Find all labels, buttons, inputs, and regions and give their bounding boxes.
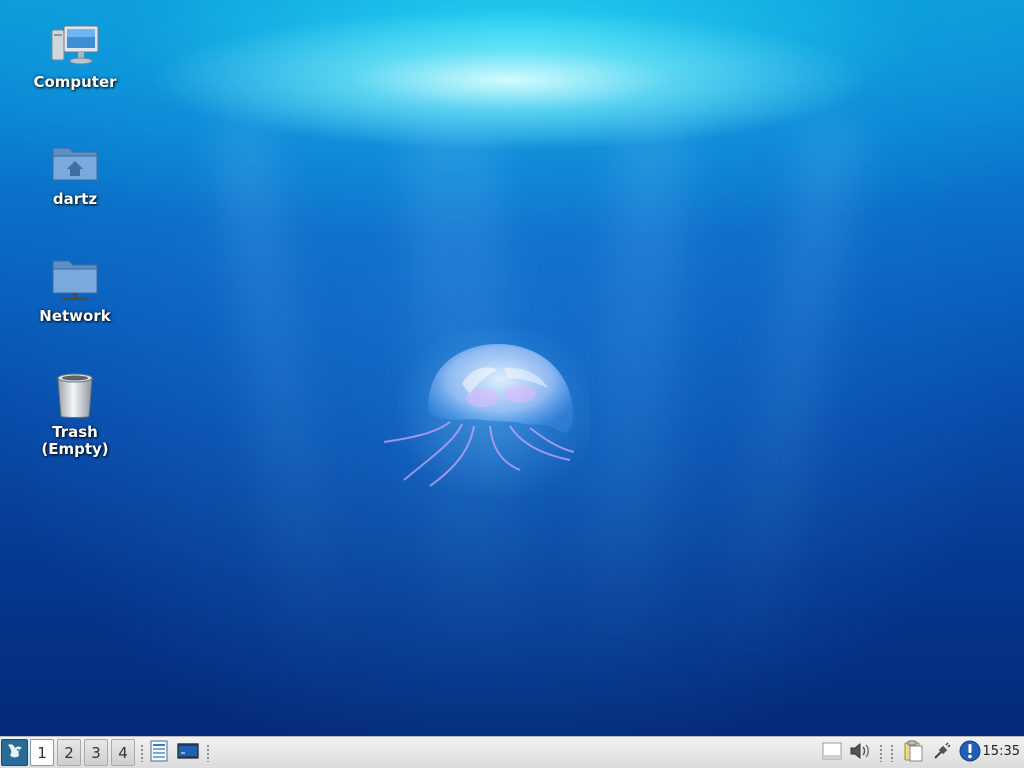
terminal-icon <box>177 742 199 763</box>
workspace-button-3[interactable]: 3 <box>84 739 108 766</box>
home-folder-icon <box>49 137 101 189</box>
file-manager-launcher[interactable] <box>148 739 170 766</box>
workspace-label: 3 <box>91 743 101 762</box>
desktop-icon-trash[interactable]: Trash (Empty) <box>20 370 130 458</box>
panel-separator <box>207 744 209 762</box>
workspace-button-4[interactable]: 4 <box>111 739 135 766</box>
volume-button[interactable] <box>848 739 872 766</box>
update-notifier-button[interactable] <box>958 739 982 766</box>
jellyfish-image <box>383 330 590 500</box>
light-ray <box>580 118 690 682</box>
file-manager-icon <box>150 740 168 766</box>
workspace-label: 2 <box>64 743 74 762</box>
clipboard-icon <box>902 740 924 766</box>
desktop-icon-home[interactable]: dartz <box>20 137 130 208</box>
network-plug-icon <box>932 741 952 765</box>
xfce-mouse-icon <box>5 741 25 765</box>
network-button[interactable] <box>930 739 954 766</box>
trash-icon <box>49 370 101 422</box>
panel-separator <box>880 744 882 762</box>
update-notifier-icon <box>959 740 981 766</box>
network-folder-icon <box>49 254 101 306</box>
desktop-icon-label: Trash (Empty) <box>41 423 109 458</box>
workspace-label: 4 <box>118 743 128 762</box>
desktop-icon-computer[interactable]: Computer <box>20 20 130 91</box>
desktop[interactable]: Computer dartz Network Trash (Empty) <box>0 0 1024 736</box>
blank-window-icon <box>822 742 842 764</box>
panel-separator <box>141 744 143 762</box>
bottom-panel: 1 2 3 4 15:35 <box>0 736 1024 768</box>
light-ray <box>211 118 349 682</box>
clipboard-button[interactable] <box>900 739 926 766</box>
panel-handle[interactable] <box>888 739 896 766</box>
volume-icon <box>849 741 871 765</box>
window-button[interactable] <box>820 739 844 766</box>
workspace-label: 1 <box>37 743 47 762</box>
workspace-button-2[interactable]: 2 <box>57 739 81 766</box>
applications-menu-button[interactable] <box>1 739 28 766</box>
light-ray <box>716 118 864 682</box>
desktop-icon-network[interactable]: Network <box>20 254 130 325</box>
computer-icon <box>49 20 101 72</box>
clock[interactable]: 15:35 <box>983 744 1020 759</box>
terminal-launcher[interactable] <box>174 739 202 766</box>
workspace-button-1[interactable]: 1 <box>30 739 54 766</box>
panel-handle-dots <box>891 743 893 762</box>
desktop-icon-label: Network <box>39 307 111 325</box>
desktop-icon-label: Computer <box>33 73 117 91</box>
desktop-icon-label: dartz <box>52 190 98 208</box>
